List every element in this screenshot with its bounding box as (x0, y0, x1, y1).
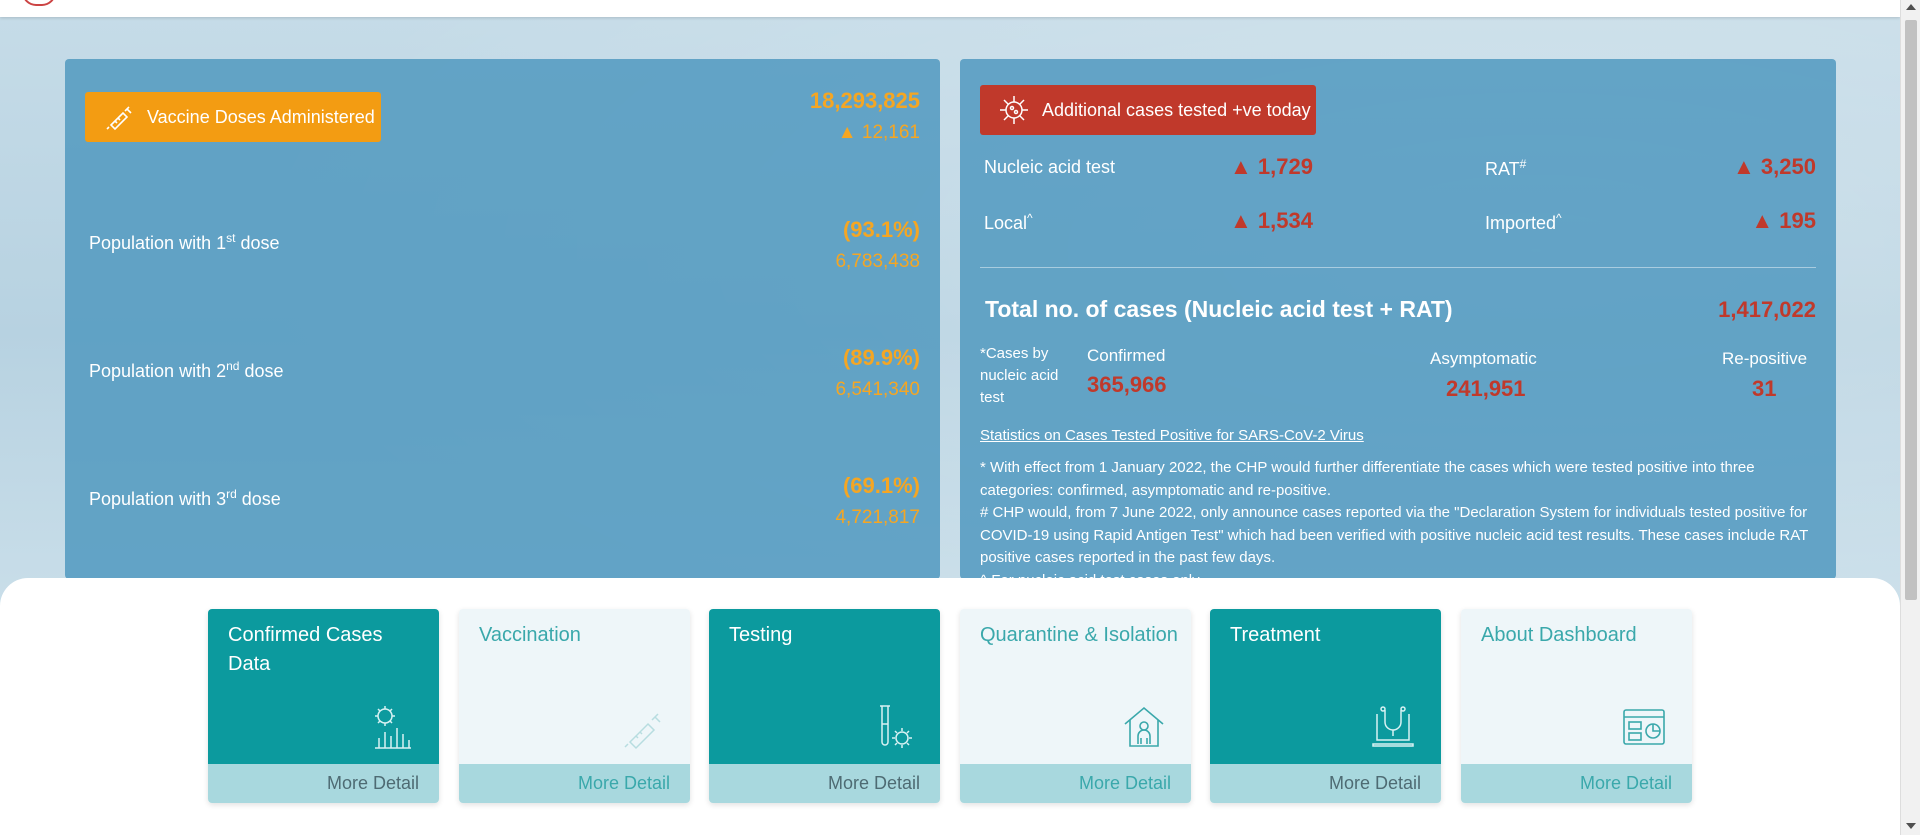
card-body: About Dashboard (1461, 609, 1692, 764)
nucleic-acid-label: Nucleic acid test (984, 157, 1116, 177)
asymptomatic-label: Asymptomatic (1430, 349, 1537, 368)
card-body: Confirmed Cases Data (208, 609, 439, 764)
stethoscope-laptop-icon (1372, 706, 1414, 747)
scroll-thumb[interactable] (1905, 20, 1917, 600)
card-body: Vaccination (459, 609, 690, 764)
dashboard-icon (1623, 709, 1665, 745)
footnote-hash: # CHP would, from 7 June 2022, only anno… (980, 504, 1808, 566)
virus-icon (1000, 96, 1028, 124)
confirmed-label: Confirmed (1087, 346, 1166, 365)
card-body: Testing (709, 609, 940, 764)
third-dose-count: 4,721,817 (835, 507, 920, 528)
vaccine-doses-label: Vaccine Doses Administered (147, 106, 375, 127)
scroll-up-arrow-icon[interactable] (1906, 4, 1916, 10)
card-vaccination[interactable]: Vaccination More Detail (459, 609, 690, 803)
logo[interactable] (22, 0, 56, 6)
nucleic-acid-value: ▲ 1,729 (1230, 154, 1313, 179)
statistics-link[interactable]: Statistics on Cases Tested Positive for … (980, 427, 1364, 444)
cases-panel: Additional cases tested +ve today Nuclei… (960, 59, 1836, 589)
third-dose-percent: (69.1%) (842, 473, 920, 498)
house-person-icon (1124, 706, 1164, 747)
card-confirmed-cases[interactable]: Confirmed Cases Data More Detail (208, 609, 439, 803)
doses-total: 18,293,825 (809, 88, 920, 113)
more-detail-link[interactable]: More Detail (1461, 764, 1692, 803)
second-dose-count: 6,541,340 (835, 379, 920, 400)
second-dose-label: Population with 2nd dose (89, 359, 284, 381)
card-testing[interactable]: Testing More Detail (709, 609, 940, 803)
card-title: Treatment (1230, 624, 1321, 646)
vertical-scrollbar[interactable] (1900, 0, 1920, 835)
scroll-down-arrow-icon[interactable] (1906, 823, 1916, 829)
syringe-icon (624, 713, 661, 750)
more-detail-link[interactable]: More Detail (960, 764, 1191, 803)
local-label: Local^ (984, 211, 1033, 233)
card-title: About Dashboard (1481, 624, 1637, 646)
card-title: Confirmed Cases Data (228, 624, 383, 675)
total-cases-value: 1,417,022 (1718, 297, 1816, 322)
vaccine-doses-button[interactable]: Vaccine Doses Administered (85, 92, 381, 142)
rat-label: RAT# (1485, 157, 1527, 179)
card-about-dashboard[interactable]: About Dashboard More Detail (1461, 609, 1692, 803)
card-title: Testing (729, 624, 793, 646)
second-dose-percent: (89.9%) (842, 345, 920, 370)
additional-cases-button[interactable]: Additional cases tested +ve today (980, 85, 1316, 135)
card-title: Quarantine & Isolation (980, 624, 1178, 646)
third-dose-label: Population with 3rd dose (89, 487, 281, 509)
more-detail-link[interactable]: More Detail (709, 764, 940, 803)
test-tube-icon (880, 705, 912, 748)
card-body: Quarantine & Isolation (960, 609, 1191, 764)
top-header-bar (0, 0, 1900, 17)
repositive-value: 31 (1752, 376, 1777, 401)
imported-value: ▲ 195 (1751, 208, 1816, 233)
repositive-label: Re-positive (1722, 349, 1808, 368)
more-detail-link[interactable]: More Detail (1210, 764, 1441, 803)
virus-chart-icon (375, 706, 411, 749)
confirmed-value: 365,966 (1087, 372, 1167, 397)
asymptomatic-value: 241,951 (1446, 376, 1526, 401)
card-body: Treatment (1210, 609, 1441, 764)
card-treatment[interactable]: Treatment More Detail (1210, 609, 1441, 803)
footnotes: * With effect from 1 January 2022, the C… (980, 457, 1820, 592)
first-dose-percent: (93.1%) (842, 217, 920, 242)
footnote-asterisk: * With effect from 1 January 2022, the C… (980, 459, 1755, 499)
divider (980, 267, 1816, 268)
local-value: ▲ 1,534 (1230, 208, 1313, 233)
first-dose-label: Population with 1st dose (89, 231, 280, 253)
card-title: Vaccination (479, 624, 581, 646)
rat-value: ▲ 3,250 (1733, 154, 1816, 179)
total-cases-label: Total no. of cases (Nucleic acid test + … (985, 296, 1453, 322)
imported-label: Imported^ (1485, 211, 1562, 233)
more-detail-link[interactable]: More Detail (459, 764, 690, 803)
cases-by-label: *Cases by nucleic acid test (980, 345, 1059, 406)
more-detail-link[interactable]: More Detail (208, 764, 439, 803)
vaccination-panel: Vaccine Doses Administered 18,293,825 ▲ … (65, 59, 940, 579)
additional-cases-label: Additional cases tested +ve today (1042, 99, 1311, 120)
card-quarantine-isolation[interactable]: Quarantine & Isolation More Detail (960, 609, 1191, 803)
doses-change: ▲ 12,161 (837, 122, 920, 143)
first-dose-count: 6,783,438 (835, 251, 920, 272)
syringe-icon (106, 106, 132, 131)
